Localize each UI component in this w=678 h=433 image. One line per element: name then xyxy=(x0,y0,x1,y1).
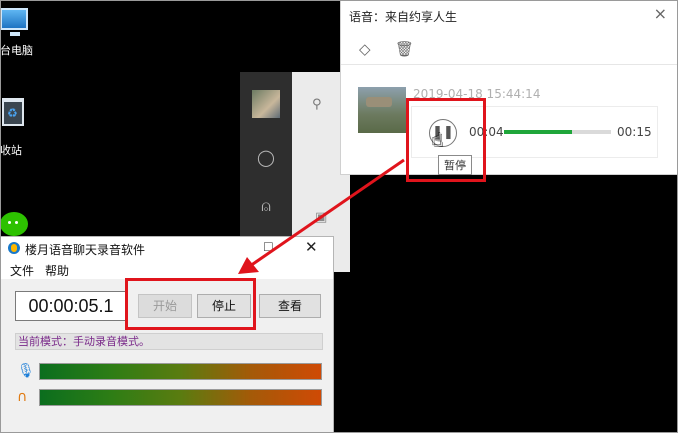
view-button[interactable]: 查看 xyxy=(259,294,321,318)
recorder-window: 楼月语音聊天录音软件 ☐ ✕ 文件 帮助 00:00:05.1 开始 停止 查看… xyxy=(0,236,334,433)
close-button[interactable]: ✕ xyxy=(305,238,318,256)
recycle-bin-icon xyxy=(2,98,24,126)
status-text: 当前模式：手动录音模式。 xyxy=(15,333,323,350)
total-time: 00:15 xyxy=(617,125,652,139)
app-icon xyxy=(8,242,20,254)
voice-message-window: 语音：来自约享人生 × ◇ 🗑 2019-04-18 15:44:14 ❚❚ 0… xyxy=(340,0,678,175)
progress-track[interactable] xyxy=(504,130,611,134)
computer-icon xyxy=(0,8,28,36)
wechat-icon xyxy=(0,212,28,236)
menu-file[interactable]: 文件 xyxy=(10,262,34,279)
pause-tooltip: 暂停 xyxy=(438,155,472,175)
desktop-icon-label: 台电脑 xyxy=(0,44,33,57)
recording-timer: 00:00:05.1 xyxy=(15,291,127,321)
sender-thumbnail xyxy=(358,87,406,133)
desktop-icon-computer[interactable]: 台电脑 xyxy=(0,0,40,60)
mini-program-icon[interactable]: ▣ xyxy=(315,210,327,225)
highlight-box-buttons xyxy=(125,278,256,330)
contacts-icon[interactable]: ⍝ xyxy=(256,196,276,216)
speaker-level-meter xyxy=(39,389,322,406)
progress-fill xyxy=(504,130,573,134)
close-button[interactable]: × xyxy=(654,4,667,23)
chat-bubble-icon[interactable]: ◯ xyxy=(256,148,276,168)
search-icon[interactable]: ⚲ xyxy=(312,97,322,112)
menu-help[interactable]: 帮助 xyxy=(45,262,69,279)
maximize-icon[interactable]: ☐ xyxy=(263,240,274,254)
trash-icon[interactable]: 🗑 xyxy=(395,40,414,58)
menu-bar: 文件 帮助 xyxy=(1,259,333,279)
tag-icon[interactable]: ◇ xyxy=(359,40,371,58)
desktop-icon-label: 收站 xyxy=(0,144,22,157)
headphones-icon: ∩ xyxy=(17,389,28,405)
divider xyxy=(341,64,678,65)
title-bar: 楼月语音聊天录音软件 ☐ ✕ xyxy=(1,237,333,259)
microphone-level-meter xyxy=(39,363,322,380)
avatar[interactable] xyxy=(252,90,280,118)
window-title: 语音：来自约享人生 xyxy=(349,10,458,24)
desktop-icon-recycle-bin[interactable]: 收站 xyxy=(0,92,40,162)
app-title: 楼月语音聊天录音软件 xyxy=(25,243,146,257)
microphone-icon: 🎙 xyxy=(17,363,35,379)
mouse-cursor-icon: ☝ xyxy=(432,130,443,151)
